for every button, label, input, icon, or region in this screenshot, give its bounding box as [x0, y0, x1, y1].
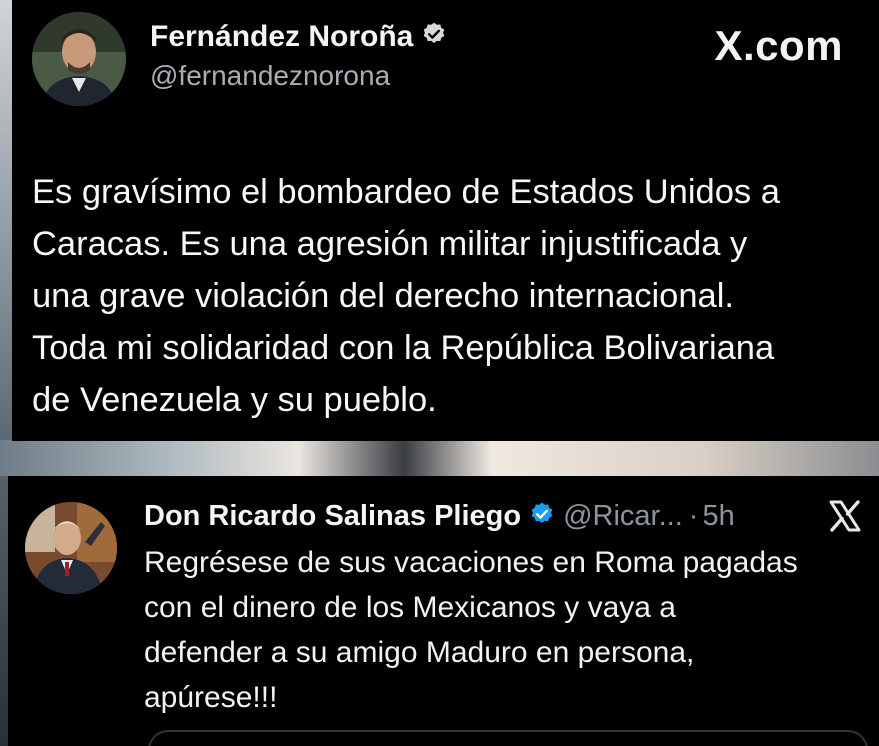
reply-text-line: Regrésese de sus vacaciones en Roma paga… [144, 546, 798, 579]
post-card[interactable]: Fernández Noroña @fernandeznorona X.com … [12, 0, 879, 441]
x-logo-icon[interactable] [827, 498, 863, 534]
reply-text-line: defender a su amigo Maduro en persona, [144, 636, 695, 669]
post-text-line: Es gravísimo el bombardeo de Estados Uni… [32, 173, 780, 211]
background-photo-strip [0, 440, 879, 476]
post-text: Es gravísimo el bombardeo de Estados Uni… [32, 166, 862, 426]
site-brand-label: X.com [714, 22, 843, 69]
author-handle[interactable]: @Ricar... [563, 500, 683, 533]
timestamp[interactable]: 5h [702, 500, 734, 533]
avatar-portrait-icon [25, 502, 117, 594]
reply-text-line: con el dinero de los Mexicanos y vaya a [144, 591, 676, 624]
reply-card[interactable]: Don Ricardo Salinas Pliego @Ricar... · 5… [8, 476, 879, 746]
avatar[interactable] [32, 12, 126, 106]
reply-text-line: apúrese!!! [144, 681, 278, 714]
reply-composer-edge[interactable] [148, 730, 868, 746]
post-text-line: una grave violación del derecho internac… [32, 277, 734, 315]
verified-badge-icon [421, 21, 447, 55]
verified-badge-icon [529, 501, 555, 532]
author-handle[interactable]: @fernandeznorona [150, 60, 390, 92]
post-text-line: de Venezuela y su pueblo. [32, 381, 437, 419]
separator-dot: · [688, 499, 699, 532]
author-name[interactable]: Fernández Noroña [150, 20, 447, 55]
post-text-line: Caracas. Es una agresión militar injusti… [32, 225, 748, 263]
avatar[interactable] [25, 502, 117, 594]
post-text-line: Toda mi solidaridad con la República Bol… [32, 329, 775, 367]
reply-header: Don Ricardo Salinas Pliego @Ricar... · 5… [144, 496, 735, 536]
author-name[interactable]: Don Ricardo Salinas Pliego [144, 500, 521, 533]
reply-text: Regrésese de sus vacaciones en Roma paga… [144, 540, 874, 720]
avatar-portrait-icon [32, 12, 126, 106]
